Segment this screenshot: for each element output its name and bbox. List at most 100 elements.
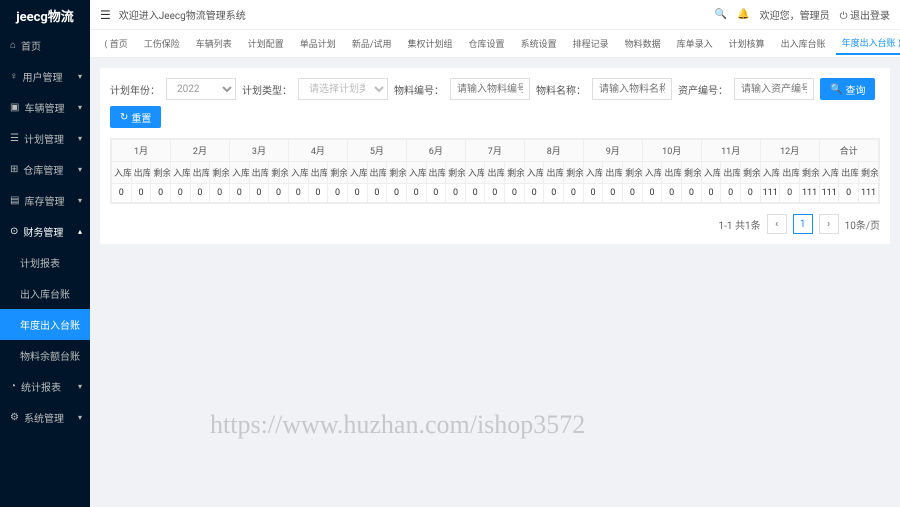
cell: 0 (151, 184, 171, 203)
menu-label: 车辆管理 (24, 100, 64, 115)
ledger-table: 1月2月3月4月5月6月7月8月9月10月11月12月合计 入库出库剩余入库出库… (111, 139, 879, 203)
cell: 0 (308, 184, 328, 203)
cell: 0 (465, 184, 485, 203)
home-icon: ⌂ (10, 40, 16, 51)
prev-page[interactable]: ‹ (767, 214, 787, 234)
menu-label: 用户管理 (23, 69, 63, 84)
submenu-plan-report[interactable]: 计划报表 (0, 247, 90, 278)
sub-header: 出库 (426, 162, 446, 184)
tab-4[interactable]: 单品计划 (294, 33, 342, 54)
cell: 0 (583, 184, 603, 203)
next-page[interactable]: › (819, 214, 839, 234)
cell: 0 (642, 184, 662, 203)
chevron-down-icon: ▾ (78, 382, 82, 391)
search-button[interactable]: 🔍查询 (820, 78, 875, 100)
month-header: 9月 (583, 140, 642, 162)
name-label: 物料名称： (536, 82, 586, 97)
submenu-inout-ledger[interactable]: 出入库台账 (0, 278, 90, 309)
tab-8[interactable]: 系统设置 (515, 33, 563, 54)
menu-label: 统计报表 (21, 379, 61, 394)
menu-plan[interactable]: ☰计划管理▾ (0, 123, 90, 154)
tab-11[interactable]: 库单录入 (671, 33, 719, 54)
sub-header: 出库 (721, 162, 741, 184)
tab-9[interactable]: 排程记录 (567, 33, 615, 54)
submenu-label: 物料余额台账 (20, 348, 80, 363)
tab-1[interactable]: 工伤保险 (138, 33, 186, 54)
menu-stock[interactable]: ▤库存管理▾ (0, 185, 90, 216)
menu-label: 库存管理 (24, 193, 64, 208)
chevron-down-icon: ▾ (78, 103, 82, 112)
sub-header: 入库 (229, 162, 249, 184)
warehouse-icon: ⊞ (10, 164, 18, 175)
tab-5[interactable]: 新品/试用 (346, 33, 398, 54)
menu-label: 仓库管理 (23, 162, 63, 177)
submenu-label: 年度出入台账 (20, 317, 80, 332)
year-select[interactable]: 2022 (166, 78, 236, 100)
cell: 0 (564, 184, 584, 203)
tab-12[interactable]: 计划核算 (723, 33, 771, 54)
cell: 0 (131, 184, 151, 203)
month-header: 5月 (347, 140, 406, 162)
user-greeting[interactable]: 欢迎您，管理员 (760, 7, 830, 22)
menu-user[interactable]: ♀用户管理▾ (0, 61, 90, 92)
tab-7[interactable]: 仓库设置 (463, 33, 511, 54)
menu-vehicle[interactable]: ▣车辆管理▾ (0, 92, 90, 123)
cell: 0 (505, 184, 525, 203)
cell: 0 (544, 184, 564, 203)
asset-input[interactable] (734, 78, 814, 100)
cell: 0 (269, 184, 289, 203)
type-select[interactable]: 请选择计划类型 (298, 78, 388, 100)
cell: 0 (328, 184, 348, 203)
logout-link[interactable]: ⏻ 退出登录 (840, 7, 890, 22)
table-row: 0000000000000000000000000000000001110111… (112, 184, 879, 203)
menu-stats[interactable]: ◔统计报表▾ (0, 371, 90, 402)
page-size[interactable]: 10条/页 (845, 217, 880, 232)
sub-header: 入库 (760, 162, 780, 184)
finance-icon: ⊙ (10, 226, 18, 237)
code-input[interactable] (450, 78, 530, 100)
menu-home[interactable]: ⌂首页 (0, 30, 90, 61)
menu-label: 计划管理 (24, 131, 64, 146)
name-input[interactable] (592, 78, 672, 100)
cell: 0 (741, 184, 761, 203)
sub-header: 入库 (170, 162, 190, 184)
collapse-icon[interactable]: ☰ (100, 8, 111, 22)
tab-6[interactable]: 集权计划组 (402, 33, 459, 54)
menu-system[interactable]: ⚙系统管理▾ (0, 402, 90, 433)
menu-warehouse[interactable]: ⊞仓库管理▾ (0, 154, 90, 185)
tab-13[interactable]: 出入库台账 (775, 33, 832, 54)
sub-header: 入库 (701, 162, 721, 184)
menu-finance[interactable]: ⊙财务管理▴ (0, 216, 90, 247)
cell: 111 (799, 184, 819, 203)
cell: 111 (819, 184, 839, 203)
tab-3[interactable]: 计划配置 (242, 33, 290, 54)
submenu-yearly-ledger[interactable]: 年度出入台账 (0, 309, 90, 340)
cell: 0 (662, 184, 682, 203)
cell: 0 (170, 184, 190, 203)
sub-header: 入库 (465, 162, 485, 184)
cell: 0 (288, 184, 308, 203)
cell: 0 (210, 184, 230, 203)
search-icon[interactable]: 🔍 (715, 9, 727, 20)
cell: 0 (229, 184, 249, 203)
sub-header: 入库 (347, 162, 367, 184)
month-header: 3月 (229, 140, 288, 162)
tab-2[interactable]: 车辆列表 (190, 33, 238, 54)
month-header: 12月 (760, 140, 819, 162)
cell: 0 (367, 184, 387, 203)
submenu-material-balance[interactable]: 物料余额台账 (0, 340, 90, 371)
sub-header: 剩余 (328, 162, 348, 184)
cell: 0 (249, 184, 269, 203)
reset-button[interactable]: ↻重置 (110, 106, 161, 128)
chevron-down-icon: ▾ (78, 413, 82, 422)
sub-header: 剩余 (799, 162, 819, 184)
tab-10[interactable]: 物料数据 (619, 33, 667, 54)
month-header: 7月 (465, 140, 524, 162)
sub-header: 出库 (662, 162, 682, 184)
bell-icon[interactable]: 🔔 (737, 9, 749, 20)
page-number[interactable]: 1 (793, 214, 813, 234)
plan-icon: ☰ (10, 133, 19, 144)
tab-0[interactable]: ⟨ 首页 (98, 33, 134, 54)
reload-icon: ↻ (120, 112, 128, 123)
tab-14[interactable]: 年度出入台账 ⟩ (836, 32, 900, 55)
